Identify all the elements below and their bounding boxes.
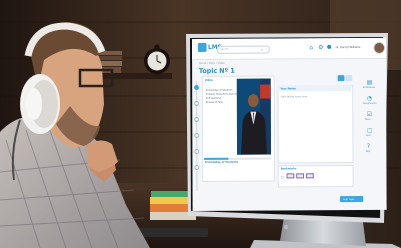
apple-logo-icon xyxy=(284,224,288,230)
photo-scene: LMS Search ⌕ ⌂ ⚙ ● Hi, Darrell Williams … xyxy=(0,0,401,248)
